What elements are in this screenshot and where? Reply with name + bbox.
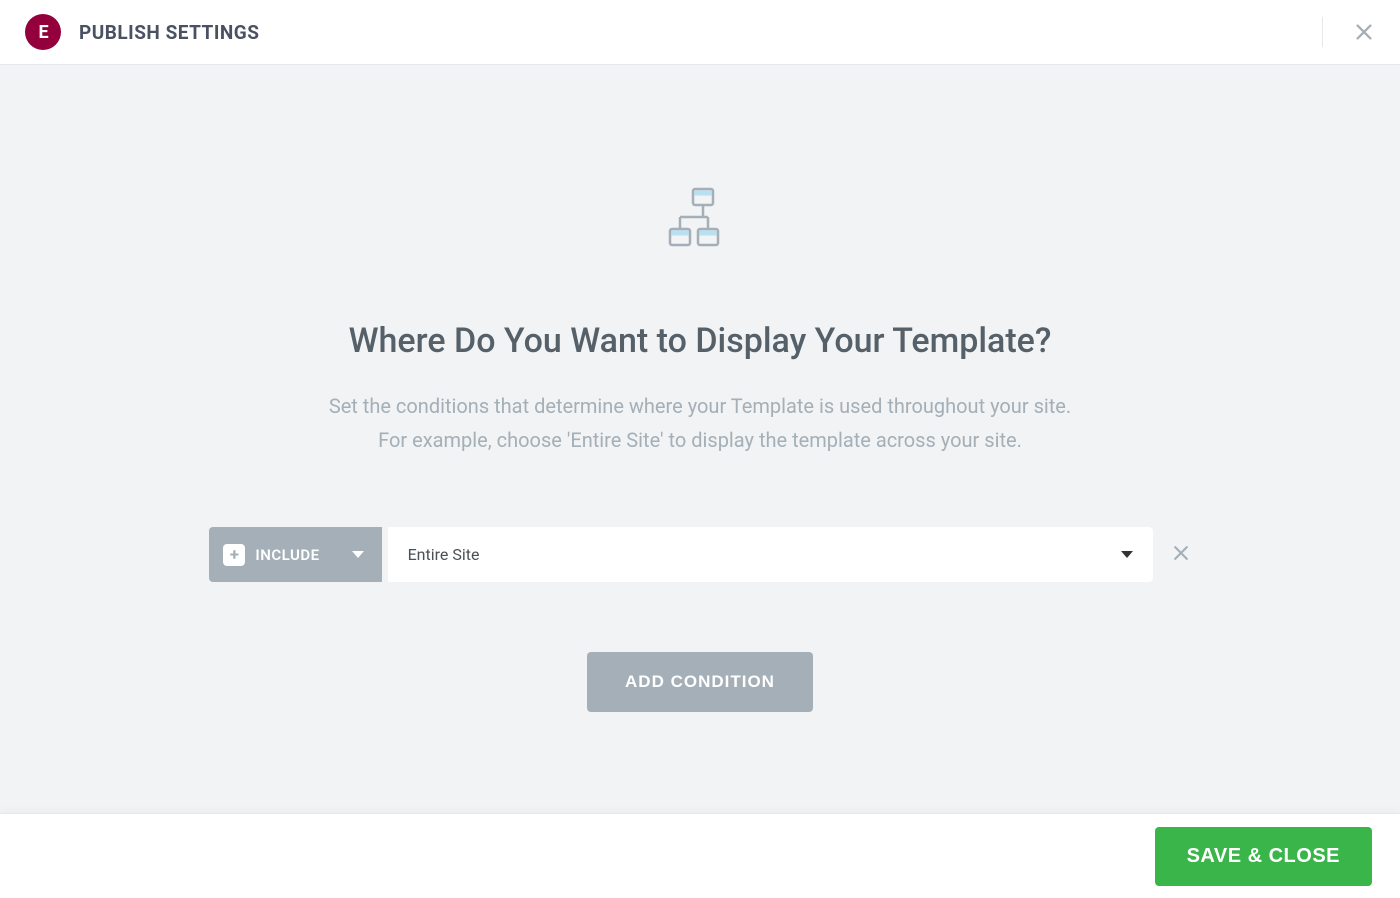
description-text: Set the conditions that determine where … [329,389,1071,457]
main-heading: Where Do You Want to Display Your Templa… [349,321,1052,361]
description-line-2: For example, choose 'Entire Site' to dis… [329,423,1071,457]
close-button[interactable] [1322,17,1375,47]
close-icon [1171,543,1191,563]
modal-content: Where Do You Want to Display Your Templa… [0,65,1400,813]
chevron-down-icon [1121,551,1133,558]
modal-footer: SAVE & CLOSE [0,813,1400,898]
save-close-button[interactable]: SAVE & CLOSE [1155,827,1372,886]
sitemap-icon [664,185,736,261]
page-title: PUBLISH SETTINGS [79,21,259,44]
condition-location-value: Entire Site [408,545,480,564]
condition-row: + INCLUDE Entire Site [209,527,1190,582]
chevron-down-icon [352,551,364,558]
description-line-1: Set the conditions that determine where … [329,389,1071,423]
remove-condition-button[interactable] [1171,543,1191,567]
condition-mode-label: INCLUDE [255,546,319,564]
condition-location-dropdown[interactable]: Entire Site [388,527,1153,582]
close-icon [1353,21,1375,43]
add-condition-button[interactable]: ADD CONDITION [587,652,813,712]
modal-header: E PUBLISH SETTINGS [0,0,1400,65]
condition-mode-dropdown[interactable]: + INCLUDE [209,527,381,582]
plus-icon: + [223,544,245,566]
elementor-logo-icon: E [25,14,61,50]
